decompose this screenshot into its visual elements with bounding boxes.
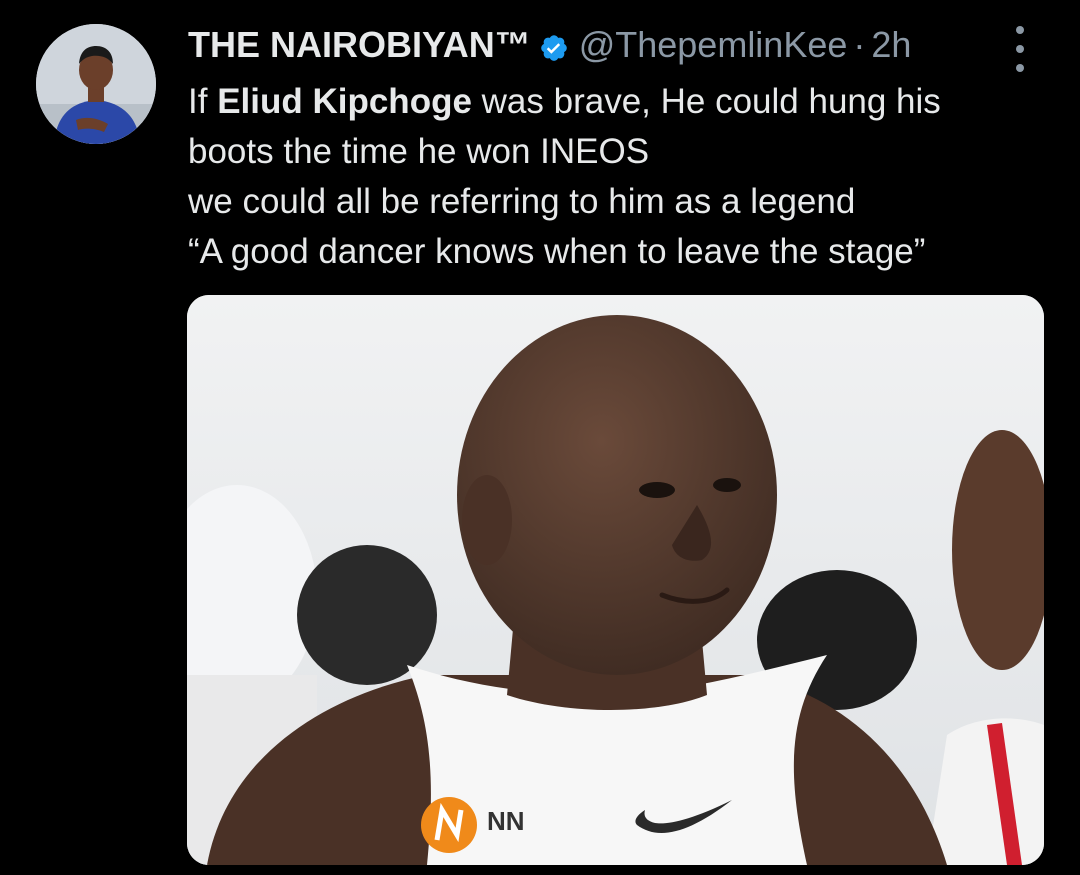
header-separator: · xyxy=(853,24,866,65)
more-vertical-icon[interactable] xyxy=(1008,26,1032,72)
avatar[interactable] xyxy=(36,24,156,144)
author-display-name[interactable]: THE NAIROBIYAN™ xyxy=(188,24,531,66)
tweet-media-image[interactable]: NN xyxy=(187,295,1044,865)
tweet-text-line-2: boots the time he won INEOS xyxy=(188,132,650,171)
tweet-text-prefix: If xyxy=(188,82,218,121)
tweet-text-suffix: was brave, He could hung his xyxy=(471,82,941,121)
verified-badge-icon xyxy=(539,30,569,61)
mention-name: Eliud Kipchoge xyxy=(217,82,472,121)
tweet-text-line-1: If Eliud Kipchoge was brave, He could hu… xyxy=(188,77,1048,127)
author-handle[interactable]: @ThepemlinKee xyxy=(579,24,848,66)
avatar-image xyxy=(36,24,156,144)
tweet-text-line-4: “A good dancer knows when to leave the s… xyxy=(188,232,926,271)
tweet: THE NAIROBIYAN™ @ThepemlinKee · 2h If El… xyxy=(0,0,1080,875)
tweet-timestamp[interactable]: 2h xyxy=(871,24,911,66)
tweet-header: THE NAIROBIYAN™ @ThepemlinKee · 2h xyxy=(188,20,911,70)
tweet-text-line-3: we could all be referring to him as a le… xyxy=(188,182,856,221)
runner-photo: NN xyxy=(187,295,1044,865)
sponsor-logo-text: NN xyxy=(487,806,525,836)
tweet-text: If Eliud Kipchoge was brave, He could hu… xyxy=(188,77,1048,277)
